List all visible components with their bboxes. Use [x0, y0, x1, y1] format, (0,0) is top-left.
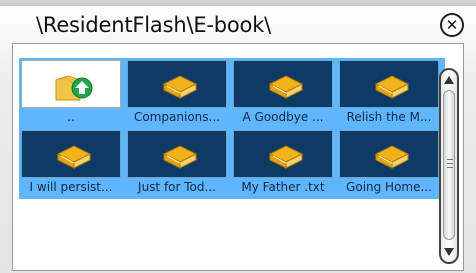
icon-box [21, 130, 121, 178]
book-item[interactable]: A Goodbye ... [231, 58, 335, 128]
window-title: \ResidentFlash\E-book\ [36, 13, 272, 37]
item-label: Just for Tod... [138, 180, 216, 194]
icon-box [339, 60, 439, 108]
folder-up-icon [55, 75, 93, 101]
book-item[interactable]: I will persist... [19, 128, 123, 198]
book-icon [268, 75, 304, 99]
icon-box [233, 130, 333, 178]
item-label: I will persist... [29, 180, 113, 194]
scroll-up-icon[interactable] [444, 76, 454, 84]
book-icon [374, 75, 410, 99]
book-icon [162, 75, 198, 99]
file-grid: .. Companions... A Goodbye ... Relish th… [19, 58, 445, 199]
close-button[interactable]: ✕ [440, 13, 464, 37]
vertical-scrollbar[interactable] [439, 68, 459, 264]
book-icon [162, 145, 198, 169]
item-label: Going Home... [346, 180, 432, 194]
icon-box [127, 60, 227, 108]
file-list-panel: .. Companions... A Goodbye ... Relish th… [12, 43, 464, 271]
book-icon [56, 145, 92, 169]
title-bar: \ResidentFlash\E-book\ ✕ [12, 12, 464, 40]
scroll-down-icon[interactable] [444, 248, 454, 256]
book-item[interactable]: Relish the M... [337, 58, 441, 128]
icon-box [233, 60, 333, 108]
grip-line [447, 159, 453, 160]
item-label: Relish the M... [346, 110, 432, 124]
book-item[interactable]: My Father .txt [231, 128, 335, 198]
item-label: My Father .txt [241, 180, 325, 194]
item-label: .. [67, 110, 75, 124]
grip-line [447, 163, 453, 164]
icon-box [339, 130, 439, 178]
grip-line [447, 167, 453, 168]
parent-folder-item[interactable]: .. [19, 58, 123, 128]
item-label: Companions... [134, 110, 220, 124]
close-icon: ✕ [445, 15, 459, 34]
book-item[interactable]: Companions... [125, 58, 229, 128]
book-icon [268, 145, 304, 169]
item-label: A Goodbye ... [242, 110, 324, 124]
book-item[interactable]: Going Home... [337, 128, 441, 198]
book-icon [374, 145, 410, 169]
scroll-thumb[interactable] [443, 90, 455, 240]
file-browser-window: \ResidentFlash\E-book\ ✕ .. Companions..… [0, 5, 476, 273]
icon-box [127, 130, 227, 178]
book-item[interactable]: Just for Tod... [125, 128, 229, 198]
icon-box [21, 60, 121, 108]
